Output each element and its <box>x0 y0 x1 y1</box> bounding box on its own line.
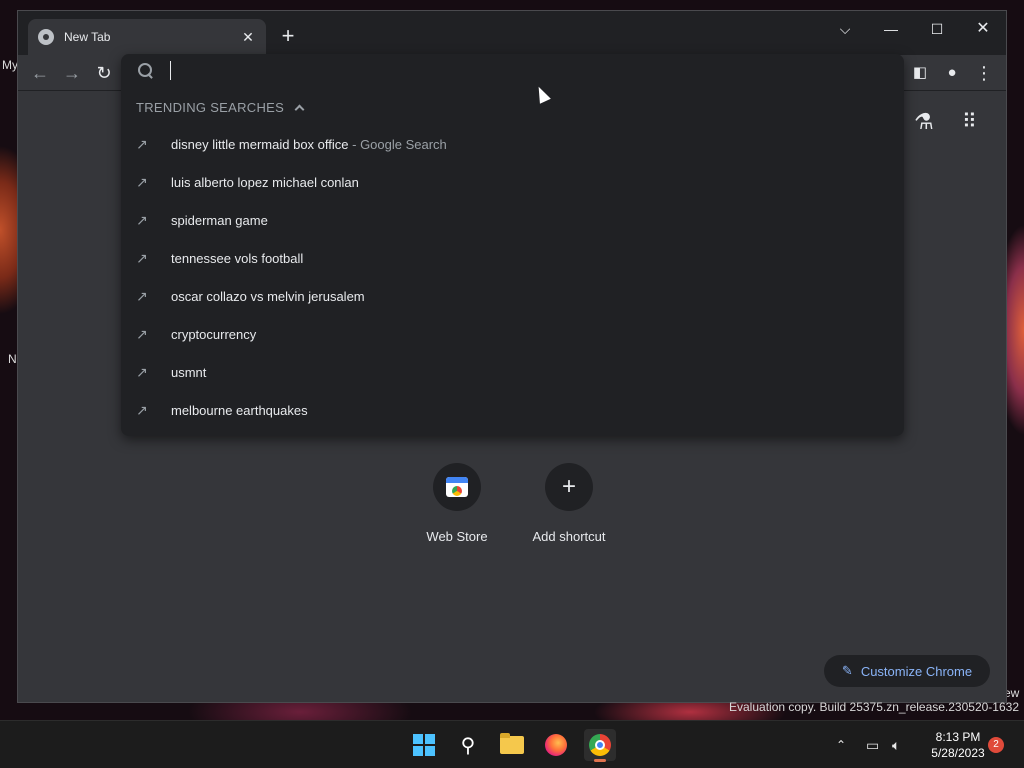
web-store-icon <box>446 477 468 497</box>
tab-search-chevron-icon[interactable]: ⌵ <box>822 15 868 43</box>
evaluation-watermark: Evaluation copy. Build 25375.zn_release.… <box>729 700 1019 714</box>
chrome-icon <box>589 734 611 756</box>
suggestion-item[interactable]: ↗ oscar collazo vs melvin jerusalem <box>121 277 904 315</box>
suggestion-text: spiderman game <box>171 212 268 228</box>
labs-flask-icon[interactable]: ⚗ <box>914 109 934 135</box>
start-button[interactable] <box>408 729 440 761</box>
close-window-button[interactable]: ✕ <box>960 15 1006 43</box>
plus-icon: + <box>561 473 576 500</box>
trending-arrow-icon: ↗ <box>136 135 148 152</box>
trending-arrow-icon: ↗ <box>136 363 148 380</box>
shortcut-icon-circle: + <box>545 463 593 511</box>
taskbar-clock[interactable]: 8:13 PM 5/28/2023 <box>918 729 998 761</box>
trending-arrow-icon: ↗ <box>136 287 148 304</box>
trending-arrow-icon: ↗ <box>136 249 148 266</box>
trending-arrow-icon: ↗ <box>136 173 148 190</box>
suggestion-text: disney little mermaid box office <box>171 136 349 152</box>
firefox-icon <box>545 734 567 756</box>
tab-close-icon[interactable]: ✕ <box>240 29 256 46</box>
clock-time: 8:13 PM <box>935 730 981 744</box>
folder-icon <box>500 733 524 754</box>
suggestion-text: luis alberto lopez michael conlan <box>171 174 359 190</box>
customize-chrome-button[interactable]: ✎ Customize Chrome <box>824 655 990 687</box>
suggestion-text: usmnt <box>171 364 207 380</box>
chevron-up-icon[interactable] <box>294 104 305 115</box>
tray-overflow-chevron-icon[interactable]: ⌃ <box>836 721 846 768</box>
suggestion-item[interactable]: ↗ cryptocurrency <box>121 315 904 353</box>
suggestion-text: tennessee vols football <box>171 250 304 266</box>
text-cursor <box>170 61 171 80</box>
suggestion-item[interactable]: ↗ spiderman game <box>121 201 904 239</box>
suggestion-suffix: - Google Search <box>348 136 447 152</box>
search-taskbar-button[interactable]: ⚲ <box>452 729 484 761</box>
trending-searches-header[interactable]: TRENDING SEARCHES <box>136 100 305 115</box>
tab-new-tab[interactable]: New Tab ✕ <box>28 19 266 55</box>
network-icon[interactable]: ▭ <box>866 721 879 768</box>
trending-arrow-icon: ↗ <box>136 401 148 418</box>
taskbar: ⚲ ⌃ ▭ 🔈︎ 8:13 PM 5/28/2023 2 <box>0 720 1024 768</box>
reload-icon[interactable]: ↻ <box>92 61 116 85</box>
suggestion-item[interactable]: ↗ usmnt <box>121 353 904 391</box>
maximize-button[interactable]: ☐ <box>914 15 960 43</box>
apps-grid-icon[interactable]: ⠿ <box>962 109 977 134</box>
shortcut-label: Web Store <box>426 529 488 544</box>
search-icon <box>138 63 152 77</box>
tab-title: New Tab <box>64 30 111 44</box>
clock-date: 5/28/2023 <box>931 746 985 760</box>
suggestion-text: cryptocurrency <box>171 326 257 342</box>
back-arrow-icon[interactable]: ← <box>28 61 52 85</box>
suggestion-item[interactable]: ↗ tennessee vols football <box>121 239 904 277</box>
trending-arrow-icon: ↗ <box>136 211 148 228</box>
forward-arrow-icon[interactable]: → <box>60 61 84 85</box>
trending-searches-label: TRENDING SEARCHES <box>136 100 285 115</box>
shortcut-label: Add shortcut <box>532 529 606 544</box>
new-tab-button[interactable]: + <box>276 25 300 49</box>
profile-icon[interactable]: ● <box>940 61 964 85</box>
suggestion-text: melbourne earthquakes <box>171 402 308 418</box>
volume-icon[interactable]: 🔈︎ <box>892 721 900 768</box>
file-explorer-button[interactable] <box>496 729 528 761</box>
title-bar: New Tab ✕ + ⌵ — ☐ ✕ <box>18 11 1006 55</box>
firefox-button[interactable] <box>540 729 572 761</box>
customize-chrome-label: Customize Chrome <box>860 663 973 679</box>
minimize-button[interactable]: — <box>868 15 914 43</box>
shortcut-web-store[interactable]: Web Store <box>407 463 507 544</box>
omnibox-dropdown: TRENDING SEARCHES ↗ disney little mermai… <box>121 54 904 436</box>
omnibox-input-row[interactable] <box>121 54 904 88</box>
side-panel-icon[interactable]: ◧ <box>908 61 932 85</box>
suggestion-item[interactable]: ↗ melbourne earthquakes <box>121 391 904 429</box>
suggestion-item[interactable]: ↗ disney little mermaid box office - Goo… <box>121 125 904 163</box>
chrome-taskbar-button[interactable] <box>584 729 616 762</box>
chrome-favicon-icon <box>38 29 54 45</box>
notification-badge[interactable]: 2 <box>988 737 1004 753</box>
windows-logo-icon <box>413 734 435 756</box>
pencil-icon: ✎ <box>841 663 853 678</box>
desktop-icon-label: My <box>2 58 18 72</box>
shortcut-add[interactable]: + Add shortcut <box>519 463 619 544</box>
desktop-icon-label: N <box>8 352 17 366</box>
trending-arrow-icon: ↗ <box>136 325 148 342</box>
suggestion-text: oscar collazo vs melvin jerusalem <box>171 288 365 304</box>
search-icon: ⚲ <box>460 734 476 757</box>
menu-kebab-icon[interactable]: ⋮ <box>972 61 996 85</box>
shortcut-icon-circle <box>433 463 481 511</box>
suggestion-item[interactable]: ↗ luis alberto lopez michael conlan <box>121 163 904 201</box>
